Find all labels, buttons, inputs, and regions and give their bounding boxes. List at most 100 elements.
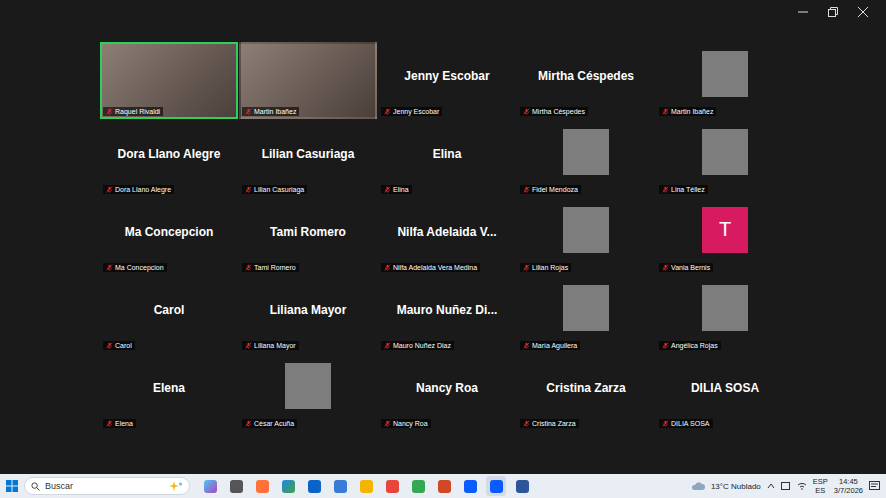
taskbar-app[interactable] bbox=[408, 476, 428, 496]
app-icon bbox=[386, 480, 399, 493]
taskbar-app[interactable] bbox=[512, 476, 532, 496]
muted-mic-icon bbox=[523, 264, 530, 271]
taskbar-app[interactable] bbox=[252, 476, 272, 496]
participant-tile[interactable]: Lilian CasuriagaLilian Casuriaga bbox=[239, 120, 377, 197]
participant-tile[interactable]: Lina Téllez bbox=[656, 120, 794, 197]
taskbar-app[interactable] bbox=[356, 476, 376, 496]
participant-tile[interactable]: Martin Ibañez bbox=[656, 42, 794, 119]
participant-name: Dora Llano Alegre bbox=[118, 147, 221, 161]
muted-mic-icon bbox=[106, 108, 113, 115]
app-icon bbox=[256, 480, 269, 493]
participant-tile[interactable]: Jenny EscobarJenny Escobar bbox=[378, 42, 516, 119]
name-label: Lina Téllez bbox=[659, 185, 708, 194]
taskbar-app[interactable] bbox=[200, 476, 220, 496]
muted-mic-icon bbox=[106, 264, 113, 271]
search-icon bbox=[31, 482, 40, 491]
weather[interactable]: 13°C Nublado bbox=[711, 482, 761, 491]
close-button[interactable] bbox=[848, 0, 878, 24]
participant-name: Nilfa Adelaida V... bbox=[397, 225, 496, 239]
participant-name: Liliana Mayor bbox=[270, 303, 347, 317]
participant-tile[interactable]: María Aguilera bbox=[517, 276, 655, 353]
participant-name: Mirtha Céspedes bbox=[538, 69, 634, 83]
zoom-window: Raquel RivaldiMartin IbañezJenny Escobar… bbox=[0, 0, 886, 498]
app-icon bbox=[490, 480, 503, 493]
participant-tile[interactable]: Mauro Nuñez Di...Mauro Nuñez Diaz bbox=[378, 276, 516, 353]
participant-tile[interactable]: César Acuña bbox=[239, 354, 377, 431]
taskbar-app[interactable] bbox=[486, 476, 506, 496]
taskbar-app[interactable] bbox=[226, 476, 246, 496]
participant-tile[interactable]: Nancy RoaNancy Roa bbox=[378, 354, 516, 431]
participant-tile[interactable]: Liliana MayorLiliana Mayor bbox=[239, 276, 377, 353]
app-icon bbox=[282, 480, 295, 493]
muted-mic-icon bbox=[106, 186, 113, 193]
name-label: DILIA SOSA bbox=[659, 419, 713, 428]
participant-tile[interactable]: Lilian Rojas bbox=[517, 198, 655, 275]
muted-mic-icon bbox=[245, 420, 252, 427]
participant-tile[interactable]: Nilfa Adelaida V...Nilfa Adelaida Vera M… bbox=[378, 198, 516, 275]
participant-tile[interactable]: DILIA SOSA DILIA SOSA bbox=[656, 354, 794, 431]
app-icon bbox=[438, 480, 451, 493]
title-bar bbox=[0, 0, 886, 42]
name-label: Martin Ibañez bbox=[659, 107, 716, 116]
participant-tile[interactable]: Ma ConcepcionMa Concepcion bbox=[100, 198, 238, 275]
taskbar-app[interactable] bbox=[278, 476, 298, 496]
app-icon bbox=[204, 480, 217, 493]
avatar: T bbox=[702, 207, 748, 253]
restore-icon bbox=[828, 7, 838, 17]
system-tray: 13°C Nublado ESPES 14:453/7/2026 bbox=[691, 477, 880, 495]
participant-name: Cristina Zarza bbox=[546, 381, 625, 395]
muted-mic-icon bbox=[245, 186, 252, 193]
participant-tile[interactable]: Mirtha CéspedesMirtha Céspedes bbox=[517, 42, 655, 119]
participant-tile[interactable]: CarolCarol bbox=[100, 276, 238, 353]
participant-tile[interactable]: TVania Bernis bbox=[656, 198, 794, 275]
minimize-button[interactable] bbox=[788, 0, 818, 24]
participant-tile[interactable]: Cristina ZarzaCristina Zarza bbox=[517, 354, 655, 431]
app-icon bbox=[308, 480, 321, 493]
participant-tile[interactable]: Angélica Rojas bbox=[656, 276, 794, 353]
participant-tile[interactable]: Tami Romero Tami Romero bbox=[239, 198, 377, 275]
restore-button[interactable] bbox=[818, 0, 848, 24]
taskbar-app[interactable] bbox=[304, 476, 324, 496]
participant-name: Tami Romero bbox=[270, 225, 346, 239]
windows-start-icon[interactable] bbox=[6, 480, 18, 492]
taskbar-app[interactable] bbox=[330, 476, 350, 496]
participant-name: Lilian Casuriaga bbox=[262, 147, 355, 161]
participant-tile[interactable]: Fidel Mendoza bbox=[517, 120, 655, 197]
muted-mic-icon bbox=[523, 108, 530, 115]
app-icon bbox=[360, 480, 373, 493]
participant-tile[interactable]: Martin Ibañez bbox=[239, 42, 377, 119]
name-label: Fidel Mendoza bbox=[520, 185, 581, 194]
participant-tile[interactable]: Dora Llano AlegreDora Llano Alegre bbox=[100, 120, 238, 197]
participant-name: Mauro Nuñez Di... bbox=[397, 303, 498, 317]
participant-tile[interactable]: ElenaElena bbox=[100, 354, 238, 431]
name-label: Angélica Rojas bbox=[659, 341, 721, 350]
muted-mic-icon bbox=[106, 342, 113, 349]
taskbar-app[interactable] bbox=[460, 476, 480, 496]
chevron-up-icon[interactable] bbox=[767, 482, 775, 490]
participant-tile[interactable]: Elina Elina bbox=[378, 120, 516, 197]
participant-grid: Raquel RivaldiMartin IbañezJenny Escobar… bbox=[100, 42, 794, 431]
participant-name: Jenny Escobar bbox=[404, 69, 489, 83]
name-label: Ma Concepcion bbox=[103, 263, 167, 272]
notification-icon[interactable] bbox=[869, 481, 880, 491]
taskbar-app[interactable] bbox=[434, 476, 454, 496]
muted-mic-icon bbox=[384, 186, 391, 193]
cloud-icon bbox=[691, 481, 705, 491]
app-icon bbox=[334, 480, 347, 493]
search-box[interactable]: Buscar bbox=[24, 477, 190, 495]
taskbar-app[interactable] bbox=[382, 476, 402, 496]
muted-mic-icon bbox=[523, 420, 530, 427]
language[interactable]: ESPES bbox=[813, 477, 828, 495]
participant-name: DILIA SOSA bbox=[691, 381, 759, 395]
app-icon bbox=[516, 480, 529, 493]
muted-mic-icon bbox=[662, 186, 669, 193]
name-label: Elina bbox=[381, 185, 412, 194]
app-icon bbox=[230, 480, 243, 493]
taskbar: Buscar 13°C Nublado ESPES 14:453/7/2026 bbox=[0, 474, 886, 498]
participant-name: Elina bbox=[433, 147, 462, 161]
participant-tile[interactable]: Raquel Rivaldi bbox=[100, 42, 238, 119]
battery-icon[interactable] bbox=[781, 482, 791, 490]
name-label: Tami Romero bbox=[242, 263, 299, 272]
wifi-icon[interactable] bbox=[797, 482, 807, 490]
clock[interactable]: 14:453/7/2026 bbox=[834, 477, 863, 495]
